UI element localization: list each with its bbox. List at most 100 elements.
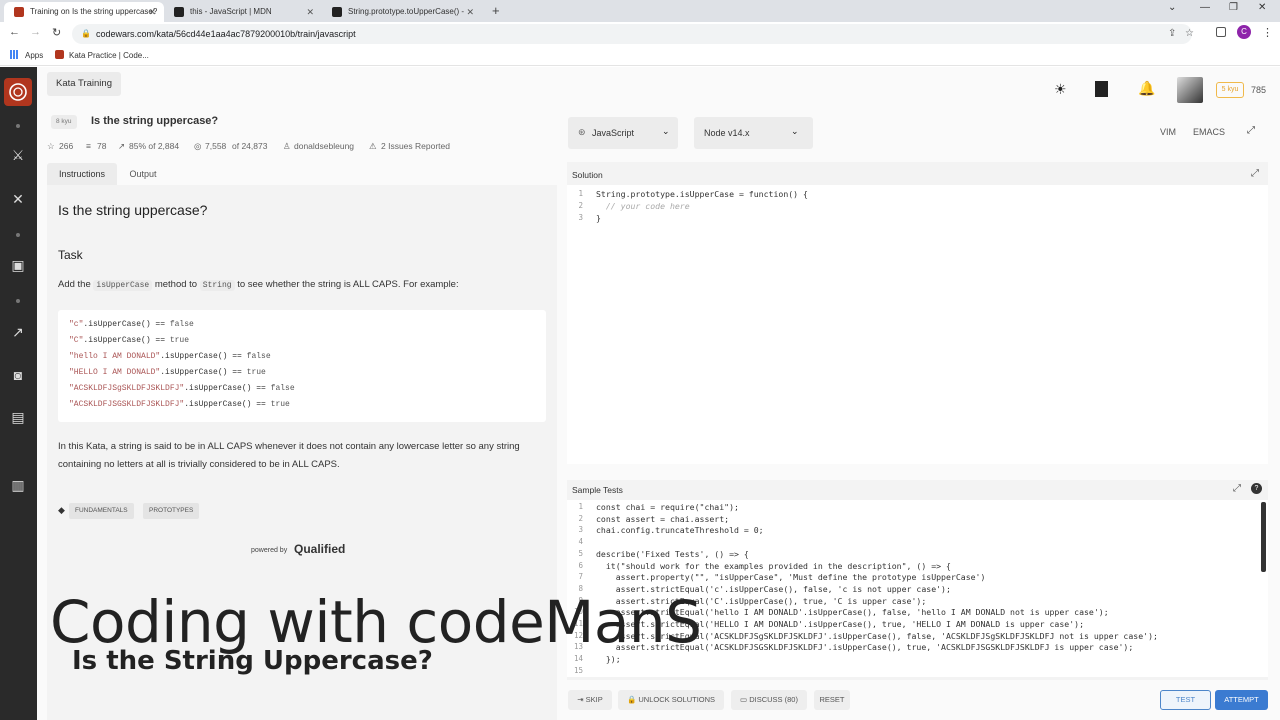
author-link[interactable]: donaldsebleung bbox=[294, 141, 354, 151]
qualified-logo[interactable]: Qualified bbox=[294, 542, 345, 556]
tab-instructions[interactable]: Instructions bbox=[47, 163, 117, 185]
browser-tab[interactable]: String.prototype.toUpperCase() - ✕ bbox=[322, 2, 482, 22]
satisfaction-rating: 85% of 2,884 bbox=[129, 141, 180, 151]
line-number: 3 bbox=[578, 525, 583, 535]
bookmark-apps[interactable]: Apps bbox=[25, 51, 43, 60]
mdn-favicon-icon bbox=[174, 7, 184, 17]
skip-arrow-icon: ⇥ bbox=[577, 695, 586, 704]
line-number: 3 bbox=[578, 213, 583, 222]
star-icon[interactable]: ☆ bbox=[47, 141, 55, 152]
close-tab-icon[interactable]: ✕ bbox=[148, 2, 156, 22]
line-number: 5 bbox=[578, 548, 583, 558]
example-line: "hello I AM DONALD".isUpperCase() == fal… bbox=[69, 352, 271, 361]
line-number: 6 bbox=[578, 560, 583, 570]
example-call: .isUpperCase() == bbox=[160, 352, 247, 361]
vim-mode-button[interactable]: VIM bbox=[1160, 127, 1176, 137]
bookmark-star-icon[interactable]: ☆ bbox=[1185, 24, 1194, 44]
example-call: .isUpperCase() == bbox=[83, 320, 170, 329]
example-result: true bbox=[169, 336, 190, 345]
inline-code-method: isUpperCase bbox=[93, 280, 153, 291]
example-result: false bbox=[270, 384, 295, 393]
example-result: true bbox=[246, 368, 266, 377]
task-heading: Task bbox=[58, 248, 83, 262]
help-icon[interactable]: ? bbox=[1251, 483, 1262, 494]
code-line: } bbox=[596, 213, 601, 223]
code-line: const assert = chai.assert; bbox=[596, 513, 730, 524]
example-string: "c" bbox=[69, 320, 84, 329]
tag-prototypes[interactable]: PROTOTYPES bbox=[143, 503, 200, 519]
line-number: 1 bbox=[578, 502, 583, 511]
code-line: it("should work for the examples provide… bbox=[596, 560, 951, 571]
address-bar-row: ← → ↻ 🔒 codewars.com/kata/56cd44e1aa4ac7… bbox=[0, 22, 1280, 46]
rail-separator bbox=[16, 233, 20, 237]
expand-icon[interactable]: ⤢ bbox=[1233, 483, 1241, 494]
example-string: "ACSKLDFJSGSKLDFJSKLDFJ" bbox=[69, 400, 185, 409]
restore-icon[interactable]: ❐ bbox=[1229, 2, 1238, 13]
tag-fundamentals[interactable]: FUNDAMENTALS bbox=[69, 503, 134, 519]
kata-rank-badge: 8 kyu bbox=[51, 115, 77, 129]
reload-icon[interactable]: ↻ bbox=[52, 26, 61, 39]
language-value: JavaScript bbox=[592, 128, 635, 138]
expand-icon[interactable]: ⤢ bbox=[1251, 168, 1259, 179]
line-number: 7 bbox=[578, 572, 583, 582]
runtime-select[interactable]: Node v14.x ⌄ bbox=[694, 117, 813, 149]
back-icon[interactable]: ← bbox=[9, 26, 20, 38]
warning-icon: ⚠ bbox=[369, 141, 377, 151]
kata-title: Is the string uppercase? bbox=[91, 115, 219, 127]
discord-icon[interactable]: ◙ bbox=[8, 365, 28, 385]
collection-icon[interactable]: ≡ bbox=[86, 141, 91, 151]
kata-stats: ☆ 266 ≡ 78 ↗ 85% of 2,884 ◎ 7,558 of 24,… bbox=[47, 141, 557, 155]
task-intro: Add the isUpperCase method to String to … bbox=[58, 279, 459, 291]
author-icon: ♙ bbox=[283, 141, 291, 151]
mdn-favicon-icon bbox=[332, 7, 342, 17]
fullscreen-icon[interactable]: ⤢ bbox=[1247, 125, 1255, 136]
discuss-label: DISCUSS (80) bbox=[749, 695, 798, 704]
unlock-solutions-button[interactable]: 🔒 UNLOCK SOLUTIONS bbox=[618, 690, 724, 710]
intro-add: Add the bbox=[58, 279, 91, 290]
chat-icon: ▭ bbox=[740, 695, 750, 704]
codewars-logo[interactable] bbox=[4, 78, 32, 106]
reset-button[interactable]: RESET bbox=[814, 690, 850, 710]
skip-button[interactable]: ⇥ SKIP bbox=[568, 690, 612, 710]
editor-scrollbar[interactable] bbox=[1261, 502, 1266, 572]
browser-tab[interactable]: this - JavaScript | MDN ✕ bbox=[164, 2, 322, 22]
katas-icon[interactable]: ✕ bbox=[8, 189, 28, 209]
docs-book-icon[interactable]: ▥ bbox=[8, 475, 28, 495]
code-line: String.prototype.isUpperCase = function(… bbox=[596, 189, 808, 199]
tab-search-icon[interactable]: ⌄ bbox=[1168, 2, 1176, 13]
sidebar-toggle-icon[interactable] bbox=[1216, 27, 1226, 37]
issues-link[interactable]: 2 Issues Reported bbox=[381, 141, 450, 151]
forum-icon[interactable]: ▤ bbox=[8, 407, 28, 427]
profile-avatar[interactable]: C bbox=[1237, 25, 1251, 39]
browser-tab-active[interactable]: Training on Is the string uppercase? ✕ bbox=[4, 2, 164, 22]
emacs-mode-button[interactable]: EMACS bbox=[1193, 127, 1225, 137]
discuss-button[interactable]: ▭ DISCUSS (80) bbox=[731, 690, 807, 710]
leaderboard-icon[interactable]: ↗ bbox=[8, 322, 28, 342]
url-bar[interactable]: 🔒 codewars.com/kata/56cd44e1aa4ac7879200… bbox=[72, 24, 1194, 44]
test-button[interactable]: TEST bbox=[1160, 690, 1211, 710]
practice-icon[interactable]: ⚔ bbox=[8, 145, 28, 165]
close-tab-icon[interactable]: ✕ bbox=[306, 2, 314, 22]
new-tab-button[interactable]: + bbox=[492, 3, 500, 18]
close-tab-icon[interactable]: ✕ bbox=[466, 2, 474, 22]
example-string: "hello I AM DONALD" bbox=[69, 352, 161, 361]
minimize-icon[interactable]: — bbox=[1200, 2, 1210, 13]
intro-to: method to bbox=[154, 279, 198, 290]
example-line: "HELLO I AM DONALD".isUpperCase() == tru… bbox=[69, 368, 266, 377]
close-window-icon[interactable]: ✕ bbox=[1258, 2, 1266, 13]
language-select[interactable]: ⊛ JavaScript ⌄ bbox=[568, 117, 678, 149]
solution-editor[interactable]: 1 String.prototype.isUpperCase = function… bbox=[567, 185, 1268, 464]
browser-tab-title: this - JavaScript | MDN bbox=[190, 7, 272, 16]
description-heading: Is the string uppercase? bbox=[58, 202, 208, 218]
attempt-button[interactable]: ATTEMPT bbox=[1215, 690, 1268, 710]
tab-output[interactable]: Output bbox=[119, 163, 167, 185]
rail-separator bbox=[16, 299, 20, 303]
briefcase-icon[interactable]: ▣ bbox=[8, 255, 28, 275]
share-icon[interactable]: ⇪ bbox=[1168, 24, 1176, 44]
browser-menu-icon[interactable]: ⋮ bbox=[1262, 26, 1273, 39]
example-result: false bbox=[246, 352, 271, 361]
forward-icon[interactable]: → bbox=[30, 26, 41, 38]
completed-count: 7,558 bbox=[205, 141, 227, 151]
bookmark-kata-practice[interactable]: Kata Practice | Code... bbox=[69, 51, 149, 60]
line-number: 2 bbox=[578, 513, 583, 523]
